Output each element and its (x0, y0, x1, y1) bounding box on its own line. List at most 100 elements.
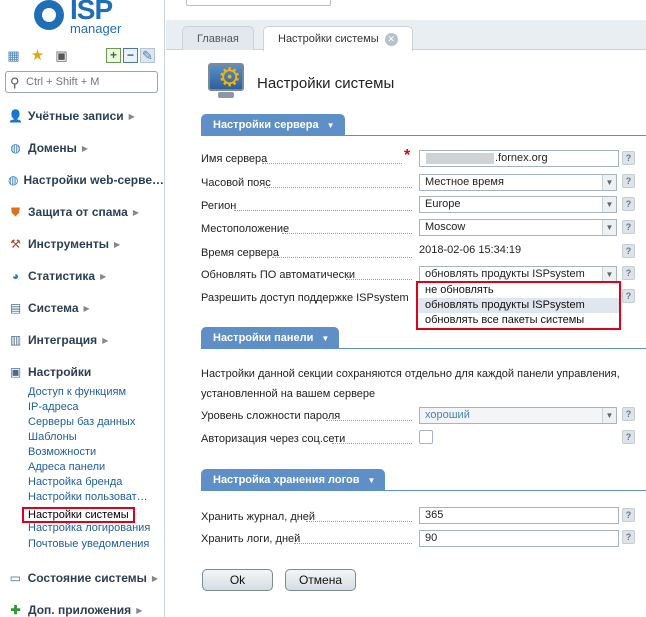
timezone-select[interactable]: Местное время ▼ (419, 174, 617, 191)
help-icon[interactable]: ? (622, 151, 635, 165)
sidebar-item-features[interactable]: Возможности (28, 446, 96, 458)
main-content: ⚙ Настройки системы Настройки сервера ▼ И… (166, 51, 646, 617)
nav-group-integration[interactable]: ▥ Интеграция ▶ (8, 331, 158, 349)
chevron-down-icon: ▼ (367, 475, 376, 485)
tab-strip: Главная Настройки системы ✕ (166, 20, 646, 51)
sidebar-item-ip-addresses[interactable]: IP-адреса (28, 401, 78, 413)
chevron-right-icon: ▶ (114, 239, 121, 249)
chevron-down-icon: ▼ (602, 408, 616, 423)
help-icon[interactable]: ? (622, 174, 635, 188)
global-search-input[interactable] (186, 0, 331, 6)
help-icon[interactable]: ? (622, 197, 635, 211)
auto-update-dropdown: не обновлять обновлять продукты ISPsyste… (416, 281, 621, 330)
expand-all-icon[interactable]: + (106, 48, 121, 63)
help-icon[interactable]: ? (622, 220, 635, 234)
nav-group-settings[interactable]: ▣ Настройки (8, 363, 158, 381)
chevron-right-icon: ▶ (102, 335, 109, 345)
monitor-icon: ▭ (9, 571, 21, 585)
nav-group-addons[interactable]: ✚ Доп. приложения ▶ (8, 601, 158, 617)
region-label: Регион (201, 200, 237, 212)
sidebar-item-panel-addresses[interactable]: Адреса панели (28, 461, 105, 473)
help-icon[interactable]: ? (622, 508, 635, 522)
sidebar-item-db-servers[interactable]: Серверы баз данных (28, 416, 135, 428)
sidebar-item-function-access[interactable]: Доступ к функциям (28, 386, 126, 398)
server-time-label: Время сервера (201, 247, 279, 259)
collapse-all-icon[interactable]: − (123, 48, 138, 63)
update-option-none[interactable]: не обновлять (418, 283, 619, 298)
nav-group-web-server[interactable]: ◍ Настройки web-серве… (8, 171, 164, 189)
web-settings-icon: ◍ (8, 173, 19, 187)
nav-group-spam[interactable]: ⛊ Защита от спама ▶ (8, 203, 158, 221)
system-icon: ▤ (9, 301, 22, 315)
search-icon: ⚲ (10, 75, 20, 90)
chevron-down-icon: ▼ (326, 120, 335, 130)
social-auth-checkbox[interactable] (419, 430, 433, 444)
menu-search-input[interactable] (26, 74, 154, 90)
social-auth-label: Авторизация через соц.сети (201, 433, 346, 445)
keep-journal-label: Хранить журнал, дней (201, 511, 316, 523)
password-level-label: Уровень сложности пароля (201, 410, 341, 422)
section-panel-settings[interactable]: Настройки панели ▼ (201, 327, 340, 349)
help-icon[interactable]: ? (622, 289, 635, 303)
plus-icon: ✚ (10, 603, 21, 617)
keep-logs-input[interactable]: 90 (419, 530, 619, 547)
server-name-label: Имя сервера (201, 153, 268, 165)
tree-icon[interactable]: ▦ (6, 48, 21, 63)
nav-group-system[interactable]: ▤ Система ▶ (8, 299, 158, 317)
help-icon[interactable]: ? (622, 407, 635, 421)
nav-group-domains[interactable]: ◍ Домены ▶ (8, 139, 158, 157)
sidebar-item-system-settings[interactable]: Настройки системы (22, 507, 135, 523)
top-bar (166, 0, 646, 20)
server-name-input[interactable]: .fornex.org (419, 150, 619, 167)
tab-home[interactable]: Главная (182, 26, 254, 50)
nav-group-accounts[interactable]: 👤 Учётные записи ▶ (8, 107, 158, 125)
help-icon[interactable]: ? (622, 530, 635, 544)
sidebar-item-templates[interactable]: Шаблоны (28, 431, 77, 443)
password-level-select[interactable]: хороший ▼ (419, 407, 617, 424)
help-icon[interactable]: ? (622, 430, 635, 444)
chevron-right-icon: ▶ (128, 111, 135, 121)
close-icon[interactable]: ✕ (384, 32, 398, 46)
clipboard-icon[interactable]: ▣ (54, 48, 69, 63)
panel-section-note: Настройки данной секции сохраняются отде… (201, 368, 620, 400)
support-access-label: Разрешить доступ поддержке ISPsystem (201, 292, 409, 304)
auto-update-label: Обновлять ПО автоматически (201, 269, 356, 281)
pin-icon[interactable]: ✎ (140, 48, 155, 63)
required-icon: * (404, 147, 411, 164)
help-icon[interactable]: ? (622, 244, 635, 258)
location-select[interactable]: Moscow ▼ (419, 219, 617, 236)
chevron-down-icon: ▼ (602, 267, 616, 282)
menu-search[interactable]: ⚲ (5, 71, 158, 93)
chevron-right-icon: ▶ (151, 573, 158, 583)
settings-icon: ▣ (9, 365, 22, 379)
sidebar-item-logging[interactable]: Настройка логирования (28, 522, 150, 534)
help-icon[interactable]: ? (622, 266, 635, 280)
update-option-all-packages[interactable]: обновлять все пакеты системы (418, 313, 619, 328)
chevron-down-icon: ▼ (602, 220, 616, 235)
section-server-settings[interactable]: Настройки сервера ▼ (201, 114, 345, 136)
user-icon: 👤 (8, 109, 23, 123)
keep-logs-label: Хранить логи, дней (201, 533, 301, 545)
ok-button[interactable]: Ok (202, 569, 273, 591)
chevron-down-icon: ▼ (321, 333, 330, 343)
chevron-right-icon: ▶ (132, 207, 139, 217)
keep-journal-input[interactable]: 365 (419, 507, 619, 524)
nav-group-system-status[interactable]: ▭ Состояние системы ▶ (8, 569, 158, 587)
section-log-storage[interactable]: Настройка хранения логов ▼ (201, 469, 386, 491)
nav-group-tools[interactable]: ⚒ Инструменты ▶ (8, 235, 158, 253)
region-select[interactable]: Europe ▼ (419, 196, 617, 213)
chevron-right-icon: ▶ (83, 303, 90, 313)
sidebar-item-user-settings[interactable]: Настройки пользоват… (28, 491, 148, 503)
chevron-right-icon: ▶ (81, 143, 89, 153)
chevron-down-icon: ▼ (602, 197, 616, 212)
nav-group-statistics[interactable]: ◕ Статистика ▶ (8, 267, 158, 285)
sidebar-item-mail-notifications[interactable]: Почтовые уведомления (28, 538, 149, 550)
star-icon[interactable]: ★ (30, 48, 45, 63)
sidebar-item-branding[interactable]: Настройка бренда (28, 476, 122, 488)
tools-icon: ⚒ (10, 237, 21, 251)
tab-system-settings[interactable]: Настройки системы ✕ (263, 26, 413, 51)
update-option-products[interactable]: обновлять продукты ISPsystem (418, 298, 619, 313)
chevron-right-icon: ▶ (136, 605, 143, 615)
cancel-button[interactable]: Отмена (285, 569, 356, 591)
location-label: Местоположение (201, 223, 290, 235)
